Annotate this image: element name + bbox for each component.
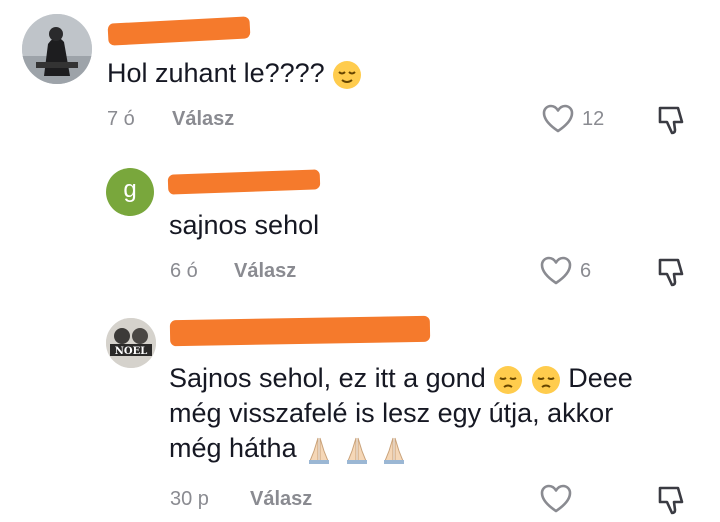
dislike-icon[interactable] (656, 256, 688, 288)
dislike-icon[interactable] (656, 484, 688, 516)
heart-icon[interactable] (540, 484, 572, 514)
comment-time: 30 p (170, 488, 209, 510)
pensive-face-icon (531, 365, 560, 394)
avatar[interactable]: NOEL (106, 318, 156, 368)
folded-hands-icon (309, 437, 330, 464)
like-count: 12 (582, 108, 605, 130)
heart-icon[interactable] (542, 104, 574, 134)
heart-icon[interactable] (540, 256, 572, 286)
folded-hands-icon (346, 437, 367, 464)
comment-3: NOEL Sajnos sehol, ez itt a gond Deee mé… (0, 300, 720, 522)
avatar-letter: g (123, 176, 137, 203)
avatar[interactable] (22, 14, 92, 84)
reply-button[interactable]: Válasz (250, 488, 312, 511)
relieved-face-icon (333, 60, 362, 89)
comment-2: g sajnos sehol 6 ó Válasz 6 (0, 150, 720, 300)
folded-hands-icon (384, 437, 405, 464)
avatar-label: NOEL (114, 346, 148, 357)
redacted-username (169, 315, 431, 347)
reply-button[interactable]: Válasz (172, 108, 234, 131)
reply-button[interactable]: Válasz (234, 260, 296, 283)
comment-time: 7 ó (107, 108, 135, 130)
comment-text: Sajnos sehol, ez itt a gond Deee még vis… (169, 363, 633, 464)
pensive-face-icon (494, 365, 523, 394)
like-count: 6 (580, 260, 592, 282)
redacted-username (107, 16, 251, 46)
comment-time: 6 ó (170, 260, 198, 282)
comment-1: Hol zuhant le???? 7 ó Válasz 12 (0, 0, 720, 150)
comment-text: Hol zuhant le???? (107, 56, 362, 91)
dislike-icon[interactable] (656, 104, 688, 136)
redacted-username (167, 169, 321, 195)
comment-text: sajnos sehol (169, 210, 320, 240)
avatar[interactable]: g (106, 168, 154, 216)
